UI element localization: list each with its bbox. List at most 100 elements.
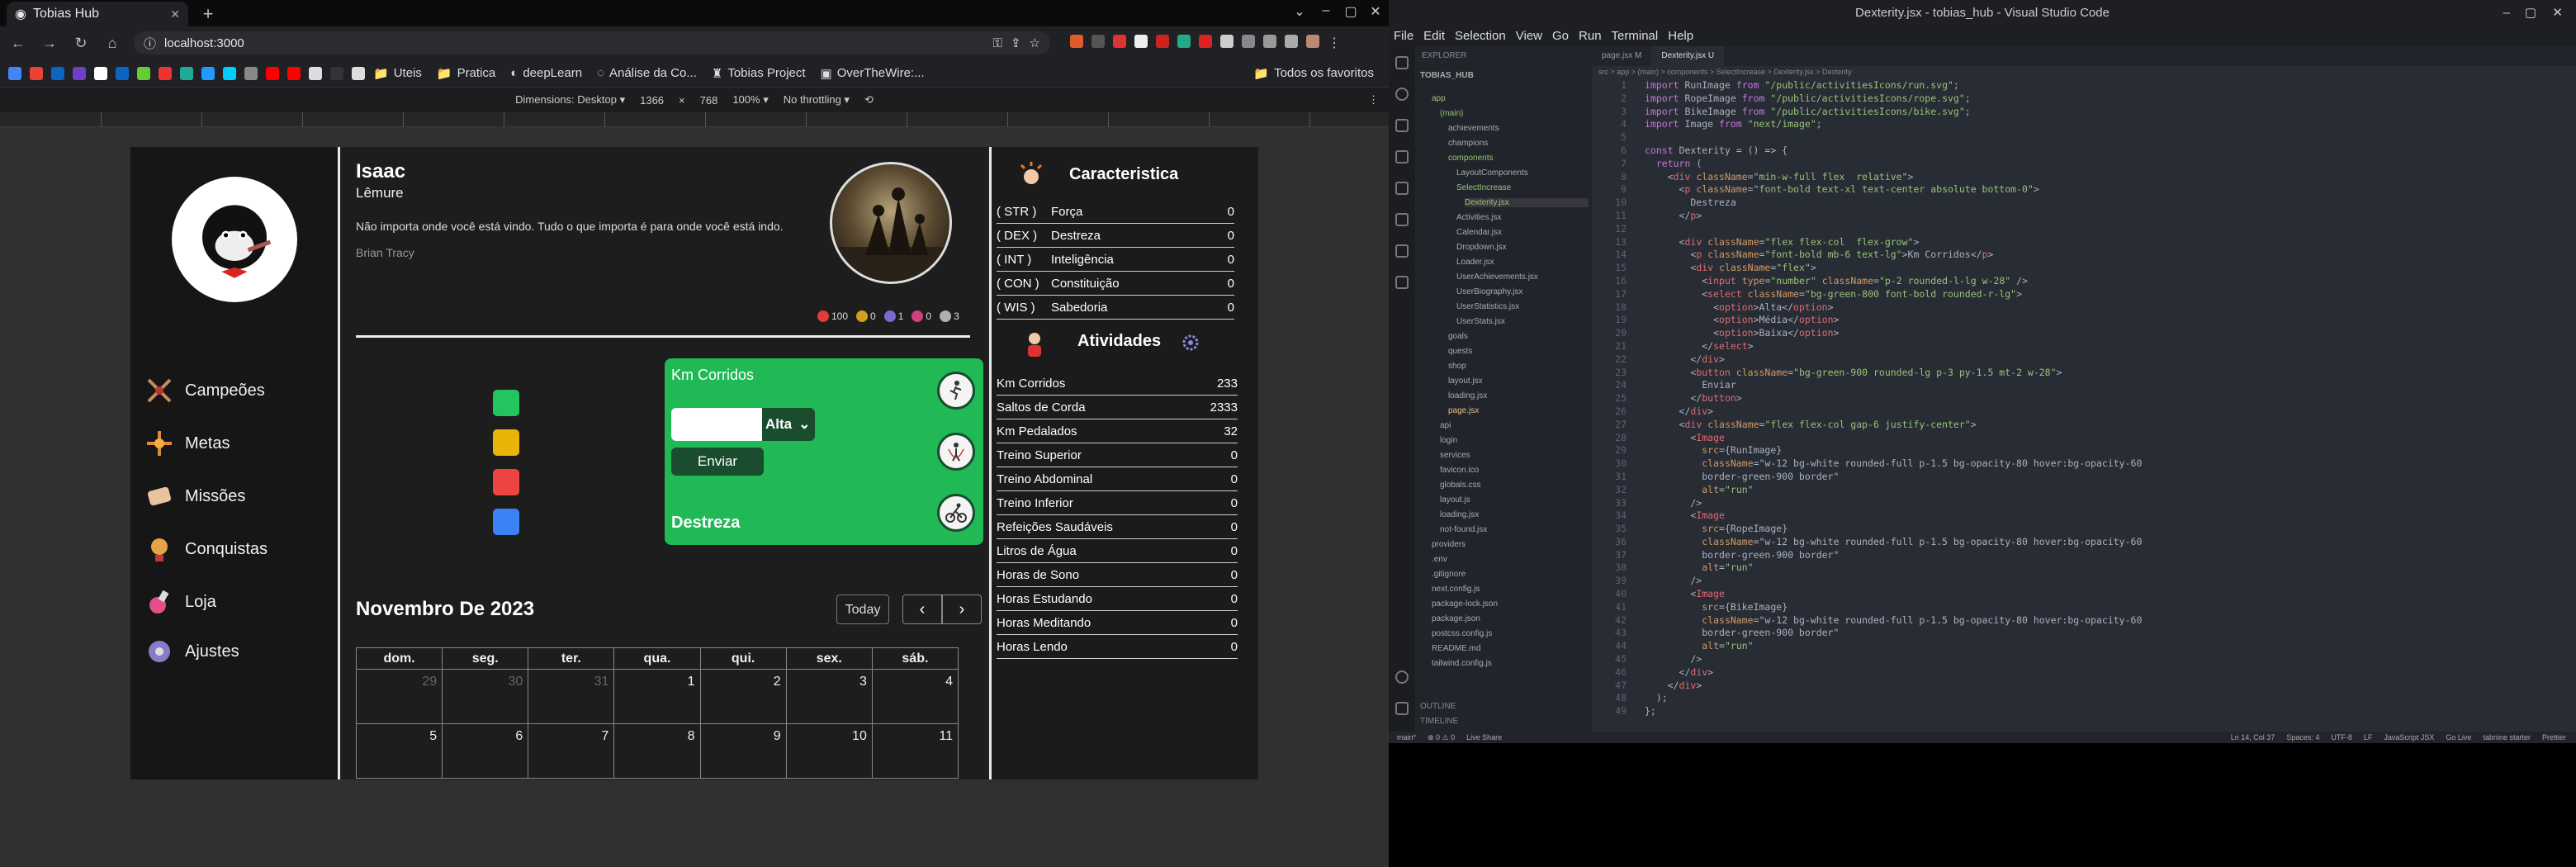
send-button[interactable]: Enviar: [671, 448, 764, 476]
code-line[interactable]: 31 border-green-900 border": [1592, 471, 2576, 484]
code-line[interactable]: 42 className="w-12 bg-white rounded-full…: [1592, 614, 2576, 628]
tree-folder[interactable]: quests: [1448, 347, 1472, 356]
tab-page-jsx[interactable]: page.jsx M: [1592, 46, 1651, 66]
run-activity-button[interactable]: [937, 372, 975, 410]
bookmark-icon[interactable]: [287, 66, 301, 80]
bookmark-icon[interactable]: [266, 66, 279, 80]
profile-avatar-icon[interactable]: [1306, 35, 1319, 48]
code-line[interactable]: 5: [1592, 131, 2576, 144]
tree-file[interactable]: tailwind.config.js: [1432, 659, 1492, 668]
color-swatch-yellow[interactable]: [493, 429, 519, 456]
code-line[interactable]: 18 <option>Alta</option>: [1592, 301, 2576, 315]
calendar-day[interactable]: 11: [871, 723, 959, 779]
tree-folder[interactable]: champions: [1448, 139, 1488, 148]
bookmark-icon[interactable]: [137, 66, 150, 80]
code-line[interactable]: 3 import BikeImage from "/public/activiti…: [1592, 106, 2576, 119]
intensity-select[interactable]: Alta ⌄: [762, 408, 815, 441]
zoom-select[interactable]: 100% ▾: [732, 93, 768, 107]
manage-gear-icon[interactable]: [1395, 702, 1409, 715]
tree-file[interactable]: package.json: [1432, 614, 1480, 623]
search-icon[interactable]: [1395, 88, 1409, 101]
timeline-section[interactable]: TIMELINE: [1420, 717, 1458, 726]
previous-month-button[interactable]: ‹: [902, 595, 942, 624]
tree-folder[interactable]: providers: [1432, 540, 1466, 549]
calendar-day[interactable]: 31: [528, 669, 615, 724]
code-line[interactable]: 6 const Dexterity = () => {: [1592, 144, 2576, 158]
code-line[interactable]: 34 <Image: [1592, 509, 2576, 523]
extensions-icon[interactable]: [1395, 182, 1409, 195]
tree-file[interactable]: loading.jsx: [1448, 391, 1487, 400]
nav-item-metas[interactable]: Metas: [145, 429, 230, 457]
code-line[interactable]: 26 </div>: [1592, 405, 2576, 419]
code-line[interactable]: 45 />: [1592, 653, 2576, 666]
explorer-icon[interactable]: [1395, 56, 1409, 69]
calendar-day[interactable]: 3: [785, 669, 873, 724]
code-line[interactable]: 2 import RopeImage from "/public/activiti…: [1592, 92, 2576, 106]
bike-activity-button[interactable]: [937, 494, 975, 532]
bookmark-icon[interactable]: [223, 66, 236, 80]
tree-folder[interactable]: goals: [1448, 332, 1468, 341]
code-line[interactable]: 17 <select className="bg-green-800 font-…: [1592, 288, 2576, 301]
code-line[interactable]: 16 <input type="number" className="p-2 r…: [1592, 275, 2576, 288]
language-status[interactable]: JavaScript JSX: [2384, 733, 2434, 741]
tree-file[interactable]: layout.js: [1440, 495, 1470, 505]
bookmark-icon[interactable]: [94, 66, 107, 80]
close-window-icon[interactable]: ✕: [1364, 3, 1387, 20]
code-line[interactable]: 43 border-green-900 border": [1592, 627, 2576, 640]
tree-file-active[interactable]: Dexterity.jsx: [1465, 198, 1589, 207]
extension-icon[interactable]: [1220, 35, 1234, 48]
bookmark-icon[interactable]: [159, 66, 172, 80]
bookmark-link[interactable]: ▣ OverTheWire:...: [821, 66, 925, 81]
go-live-status[interactable]: Go Live: [2446, 733, 2471, 741]
bookmark-link[interactable]: ◌ Análise da Co...: [597, 66, 697, 80]
calendar-day[interactable]: 30: [442, 669, 529, 724]
height-input[interactable]: 768: [700, 94, 718, 107]
tab-search-icon[interactable]: ⌄: [1288, 3, 1311, 20]
nav-item-loja[interactable]: Loja: [145, 588, 216, 616]
extension-icon[interactable]: [1199, 35, 1212, 48]
code-line[interactable]: 23 <button className="bg-green-900 round…: [1592, 367, 2576, 380]
bookmark-star-icon[interactable]: ☆: [1030, 36, 1040, 50]
tabnine-status[interactable]: tabnine starter: [2483, 733, 2531, 741]
code-line[interactable]: 48 );: [1592, 692, 2576, 705]
bookmark-icon[interactable]: [51, 66, 64, 80]
code-line[interactable]: 33 />: [1592, 497, 2576, 510]
bookmark-icon[interactable]: [352, 66, 365, 80]
tree-folder[interactable]: components: [1448, 154, 1493, 163]
nav-item-missoes[interactable]: Missões: [145, 482, 245, 510]
code-line[interactable]: 30 className="w-12 bg-white rounded-full…: [1592, 457, 2576, 471]
nav-item-ajustes[interactable]: Ajustes: [145, 637, 239, 666]
code-line[interactable]: 28 <Image: [1592, 432, 2576, 445]
code-line[interactable]: 9 <p className="font-bold text-xl text-c…: [1592, 183, 2576, 197]
menu-run[interactable]: Run: [1579, 29, 1602, 43]
menu-help[interactable]: Help: [1668, 29, 1693, 43]
close-window-icon[interactable]: ✕: [2552, 5, 2563, 20]
extension-icon[interactable]: [1156, 35, 1169, 48]
bookmark-icon[interactable]: [73, 66, 86, 80]
key-icon[interactable]: ⚿: [993, 36, 1002, 50]
live-share-icon[interactable]: [1395, 244, 1409, 258]
remote-icon[interactable]: [1395, 213, 1409, 226]
indentation-status[interactable]: Spaces: 4: [2286, 733, 2319, 741]
code-line[interactable]: 8 <div className="min-w-full flex relati…: [1592, 171, 2576, 184]
reload-icon[interactable]: ↻: [71, 35, 91, 52]
code-line[interactable]: 12: [1592, 223, 2576, 236]
extension-icon[interactable]: [1113, 35, 1126, 48]
code-line[interactable]: 4 import Image from "next/image";: [1592, 118, 2576, 131]
bookmark-link[interactable]: ♜ Tobias Project: [712, 66, 806, 81]
tree-file[interactable]: UserStats.jsx: [1456, 317, 1505, 326]
bookmark-icon[interactable]: [116, 66, 129, 80]
menu-selection[interactable]: Selection: [1455, 29, 1506, 43]
tree-file[interactable]: globals.css: [1440, 481, 1480, 490]
code-line[interactable]: 1 import RunImage from "/public/activitie…: [1592, 79, 2576, 92]
tree-folder[interactable]: achievements: [1448, 124, 1499, 133]
browser-tab[interactable]: ◉ Tobias Hub ✕: [7, 2, 188, 26]
minimize-icon[interactable]: –: [2503, 6, 2510, 20]
code-line[interactable]: 49};: [1592, 705, 2576, 718]
nav-item-conquistas[interactable]: Conquistas: [145, 535, 268, 563]
extension-icon[interactable]: [1177, 35, 1191, 48]
tree-file[interactable]: page.jsx: [1448, 406, 1479, 415]
code-line[interactable]: 36 className="w-12 bg-white rounded-full…: [1592, 536, 2576, 549]
more-options-icon[interactable]: ⋮: [1368, 93, 1379, 107]
calendar-day[interactable]: 5: [355, 723, 443, 779]
